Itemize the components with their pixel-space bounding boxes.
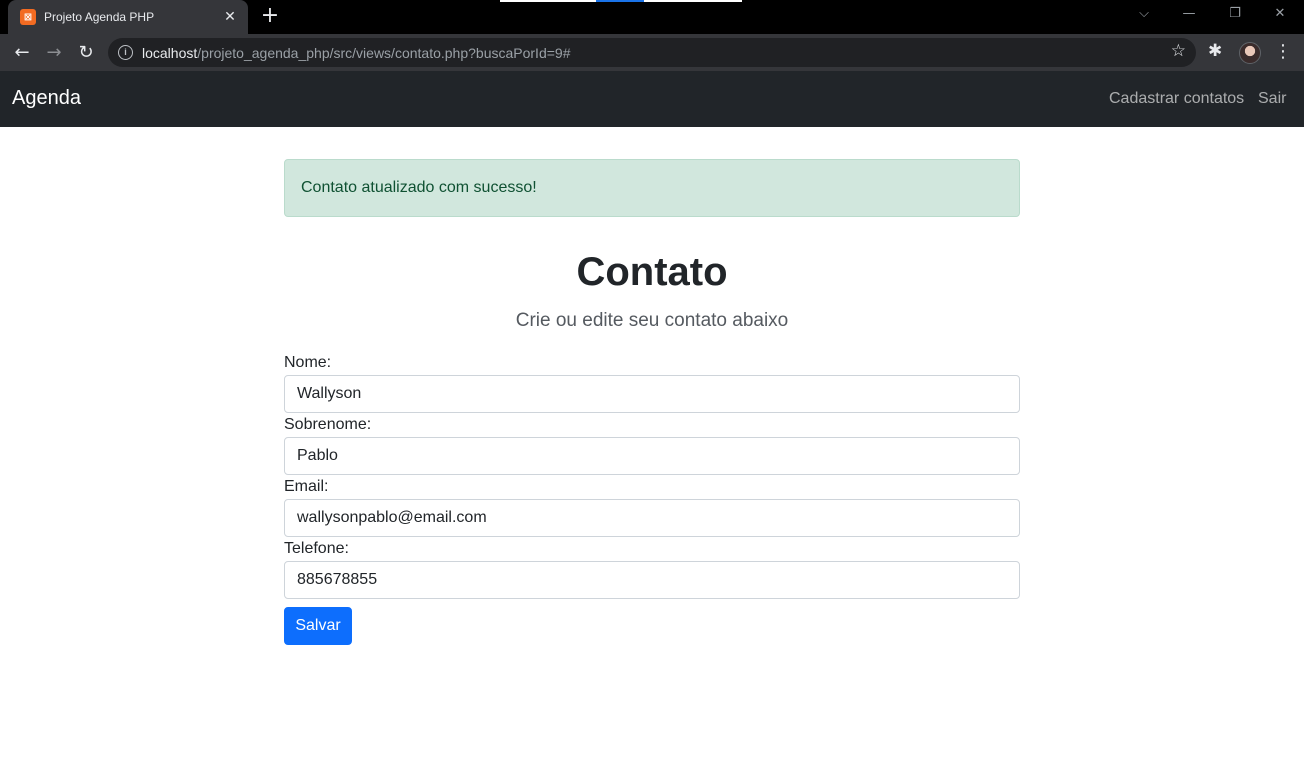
nome-input[interactable] (284, 375, 1020, 413)
profile-avatar[interactable] (1239, 42, 1261, 64)
site-navbar: Agenda Cadastrar contatos Sair (0, 71, 1304, 127)
info-icon[interactable]: i (118, 45, 133, 60)
salvar-button[interactable]: Salvar (284, 607, 352, 645)
close-window-icon[interactable]: ✕ (1268, 4, 1292, 24)
alert-message: Contato atualizado com sucesso! (301, 179, 537, 196)
sobrenome-input[interactable] (284, 437, 1020, 475)
kebab-menu-icon[interactable]: ⋮ (1274, 41, 1292, 62)
bookmark-star-icon[interactable]: ☆ (1171, 41, 1186, 61)
tab-search-icon[interactable]: ⌵ (1132, 4, 1156, 24)
nav-link-cadastrar-contatos[interactable]: Cadastrar contatos (1109, 90, 1244, 108)
top-strip-accent (596, 0, 644, 2)
success-alert: Contato atualizado com sucesso! (284, 159, 1020, 217)
telefone-input[interactable] (284, 561, 1020, 599)
email-input[interactable] (284, 499, 1020, 537)
minimize-icon[interactable]: — (1177, 4, 1201, 24)
close-tab-icon[interactable]: ✕ (222, 9, 238, 25)
url-path: /projeto_agenda_php/src/views/contato.ph… (197, 45, 571, 61)
page-title: Contato (576, 250, 728, 294)
tab-title: Projeto Agenda PHP (44, 10, 155, 24)
nome-label: Nome: (284, 354, 332, 371)
telefone-label: Telefone: (284, 540, 349, 557)
sobrenome-label: Sobrenome: (284, 416, 372, 433)
address-bar[interactable]: i localhost/projeto_agenda_php/src/views… (108, 38, 1196, 67)
restore-icon[interactable]: ❐ (1223, 4, 1247, 24)
url-text[interactable]: localhost/projeto_agenda_php/src/views/c… (142, 45, 570, 61)
page-subtitle: Crie ou edite seu contato abaixo (515, 310, 789, 331)
forward-arrow-icon[interactable]: → (41, 40, 67, 66)
browser-toolbar: ← → ↻ i localhost/projeto_agenda_php/src… (0, 34, 1304, 71)
browser-tab-bar: ⊠ Projeto Agenda PHP ✕ + ⌵ — ❐ ✕ (0, 0, 1304, 34)
xampp-icon: ⊠ (20, 9, 36, 25)
url-host: localhost (142, 45, 198, 61)
new-tab-button[interactable]: + (258, 4, 282, 28)
extensions-puzzle-icon[interactable]: ✱ (1208, 41, 1222, 61)
browser-tab[interactable]: ⊠ Projeto Agenda PHP ✕ (8, 0, 248, 34)
navbar-brand[interactable]: Agenda (12, 87, 81, 110)
back-arrow-icon[interactable]: ← (9, 40, 35, 66)
reload-icon[interactable]: ↻ (73, 40, 99, 66)
email-label: Email: (284, 478, 329, 495)
nav-link-sair[interactable]: Sair (1258, 90, 1286, 108)
